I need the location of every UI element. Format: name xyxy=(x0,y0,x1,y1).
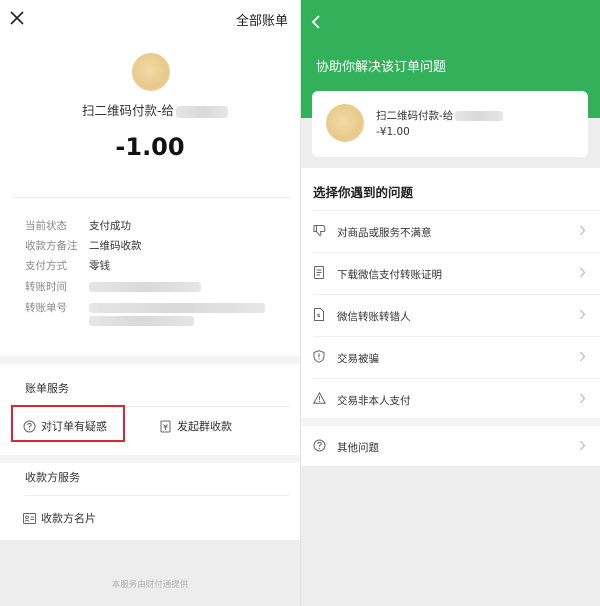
header-title: 协助你解决该订单问题 xyxy=(316,60,447,75)
detail-row-transfer-time: 转账时间 xyxy=(25,279,201,294)
payee-service-title: 收款方服务 xyxy=(25,471,80,484)
group-collect-icon xyxy=(160,420,171,432)
section-gap xyxy=(301,418,600,426)
section-gap xyxy=(0,455,300,463)
question-item-other[interactable]: 其他问题 xyxy=(301,426,600,467)
detail-row-payment-method: 支付方式 零钱 xyxy=(25,260,110,272)
section-gap xyxy=(0,356,300,364)
question-item-download-proof[interactable]: 下载微信支付转账证明 xyxy=(301,253,600,294)
footer-text: 本服务由财付通提供 xyxy=(111,580,189,590)
warning-icon xyxy=(313,392,326,404)
redacted-text xyxy=(455,111,504,121)
chevron-right-icon xyxy=(580,267,586,278)
redacted-text xyxy=(176,105,229,118)
merchant-avatar xyxy=(326,104,364,142)
transaction-amount: -1.00 xyxy=(115,133,185,161)
back-arrow-icon[interactable] xyxy=(311,14,321,30)
highlight-box xyxy=(11,405,125,442)
chevron-right-icon xyxy=(580,225,586,236)
order-card: 扫二维码付款-给 -¥1.00 xyxy=(312,91,588,157)
detail-row-note: 收款方备注 二维码收款 xyxy=(25,240,142,252)
merchant-name: 扫二维码付款-给 xyxy=(82,100,229,119)
transfer-doc-icon xyxy=(314,308,324,321)
all-bills-link[interactable]: 全部账单 xyxy=(236,10,288,29)
question-icon xyxy=(313,439,326,452)
order-amount: -¥1.00 xyxy=(376,126,410,138)
divider xyxy=(25,495,290,496)
question-item-dissatisfied[interactable]: 对商品或服务不满意 xyxy=(301,211,600,252)
payee-card-button[interactable]: 收款方名片 xyxy=(23,510,96,526)
card-icon xyxy=(23,512,36,524)
merchant-name: 扫二维码付款-给 xyxy=(376,108,504,123)
detail-row-transfer-number: 转账单号 xyxy=(25,300,265,315)
footer xyxy=(0,540,300,606)
question-item-wrong-recipient[interactable]: 微信转账转错人 xyxy=(301,295,600,336)
chevron-right-icon xyxy=(580,393,586,404)
question-item-scammed[interactable]: 交易被骗 xyxy=(301,337,600,378)
redacted-text xyxy=(89,282,201,292)
merchant-avatar xyxy=(132,53,170,91)
order-help-panel: 协助你解决该订单问题 扫二维码付款-给 -¥1.00 选择你遇到的问题 对商品或… xyxy=(301,0,600,606)
thumb-down-icon xyxy=(313,225,326,237)
chevron-right-icon xyxy=(580,351,586,362)
question-item-not-self-paid[interactable]: 交易非本人支付 xyxy=(301,379,600,420)
redacted-text xyxy=(89,316,194,326)
group-collect-button[interactable]: 发起群收款 xyxy=(160,418,232,434)
shield-alert-icon xyxy=(313,350,325,363)
divider xyxy=(12,197,290,198)
chevron-right-icon xyxy=(580,440,586,451)
bill-service-title: 账单服务 xyxy=(25,382,69,395)
redacted-text xyxy=(89,303,265,313)
chevron-right-icon xyxy=(580,309,586,320)
question-list: 选择你遇到的问题 对商品或服务不满意 下载微信支付转账证明 微信转账转错人 交易… xyxy=(301,168,600,466)
document-icon xyxy=(314,266,324,279)
close-icon[interactable] xyxy=(8,9,26,27)
detail-row-status: 当前状态 支付成功 xyxy=(25,220,131,232)
bill-detail-panel: 全部账单 扫二维码付款-给 -1.00 当前状态 支付成功 收款方备注 二维码收款 … xyxy=(0,0,300,606)
question-title: 选择你遇到的问题 xyxy=(313,185,414,200)
